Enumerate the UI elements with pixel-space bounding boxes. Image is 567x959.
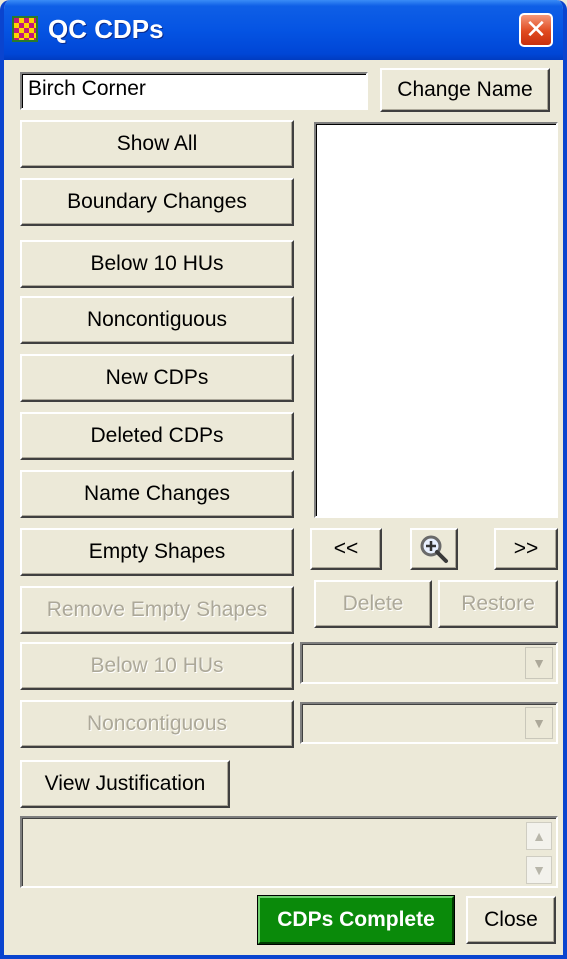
chevron-down-icon[interactable]: ▼ [525, 647, 553, 679]
new-cdps-button[interactable]: New CDPs [20, 354, 294, 402]
noncontiguous-disabled-button[interactable]: Noncontiguous [20, 700, 294, 748]
view-justification-button[interactable]: View Justification [20, 760, 230, 808]
name-field[interactable]: Birch Corner [20, 72, 368, 110]
zoom-button[interactable] [410, 528, 458, 570]
below-10-hus-dropdown[interactable]: ▼ [300, 642, 558, 684]
window-title: QC CDPs [48, 14, 164, 44]
boundary-changes-button[interactable]: Boundary Changes [20, 178, 294, 226]
window-close-icon[interactable]: ✕ [519, 13, 553, 47]
zoom-in-icon [420, 535, 448, 563]
close-button[interactable]: Close [466, 896, 556, 944]
below-10-hus-disabled-button[interactable]: Below 10 HUs [20, 642, 294, 690]
justification-textarea[interactable]: ▲ ▼ [20, 816, 558, 888]
qc-cdps-window: QC CDPs ✕ Birch Corner Change Name Show … [0, 0, 567, 959]
delete-button[interactable]: Delete [314, 580, 432, 628]
previous-button[interactable]: << [310, 528, 382, 570]
name-changes-button[interactable]: Name Changes [20, 470, 294, 518]
app-icon [12, 16, 38, 42]
below-10-hus-button[interactable]: Below 10 HUs [20, 240, 294, 288]
noncontiguous-button[interactable]: Noncontiguous [20, 296, 294, 344]
show-all-button[interactable]: Show All [20, 120, 294, 168]
restore-button[interactable]: Restore [438, 580, 558, 628]
next-button[interactable]: >> [494, 528, 558, 570]
remove-empty-shapes-button[interactable]: Remove Empty Shapes [20, 586, 294, 634]
deleted-cdps-button[interactable]: Deleted CDPs [20, 412, 294, 460]
scroll-up-icon[interactable]: ▲ [526, 822, 552, 850]
cdps-complete-button[interactable]: CDPs Complete [257, 895, 455, 945]
change-name-button[interactable]: Change Name [380, 68, 550, 112]
cdp-listbox[interactable] [314, 122, 558, 518]
noncontiguous-dropdown[interactable]: ▼ [300, 702, 558, 744]
scroll-down-icon[interactable]: ▼ [526, 856, 552, 884]
title-bar[interactable]: QC CDPs ✕ [4, 0, 563, 60]
chevron-down-icon[interactable]: ▼ [525, 707, 553, 739]
empty-shapes-button[interactable]: Empty Shapes [20, 528, 294, 576]
